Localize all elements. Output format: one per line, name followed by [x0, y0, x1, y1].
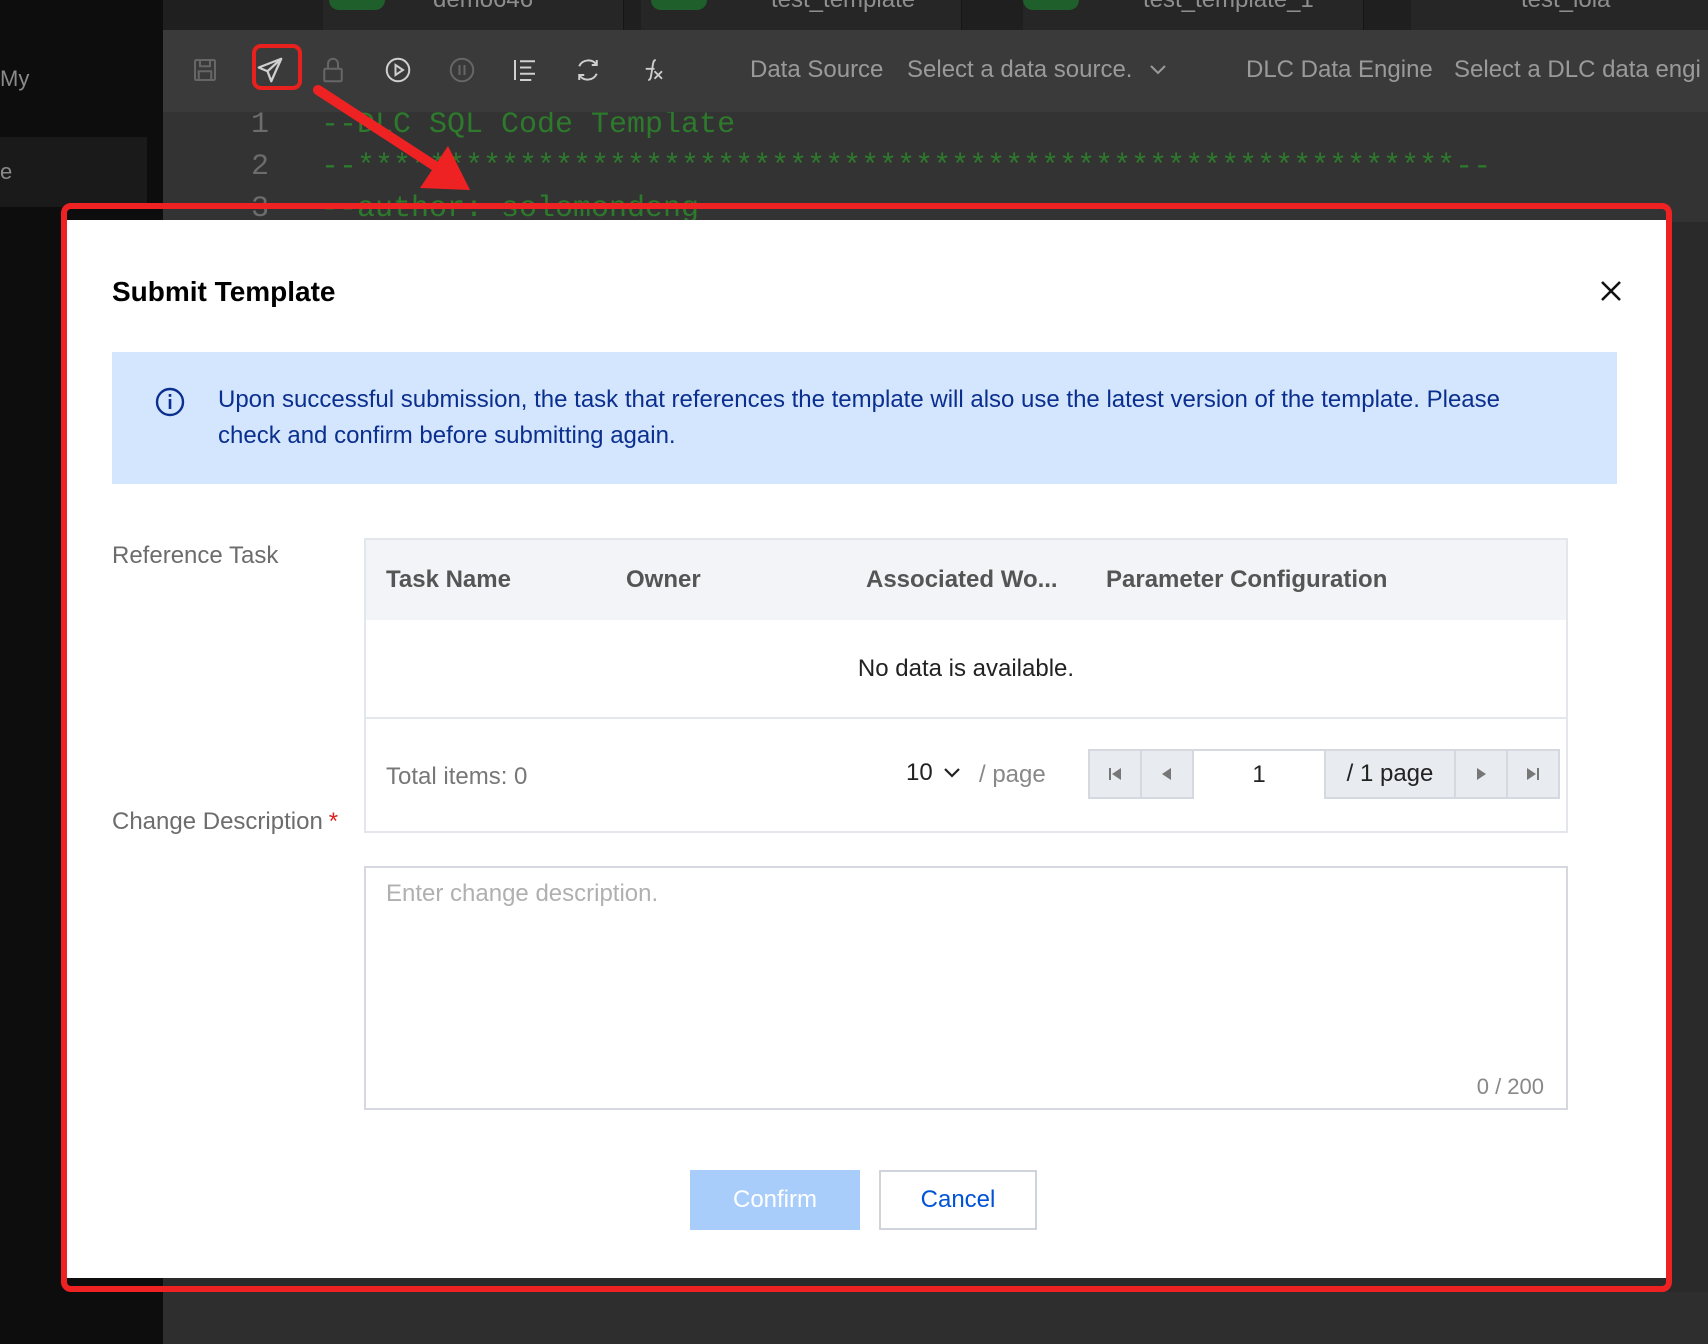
- prev-page-button[interactable]: [1142, 751, 1194, 797]
- function-icon[interactable]: [634, 52, 670, 88]
- table-header: Task Name Owner Associated Wo... Paramet…: [366, 540, 1566, 620]
- sidebar-item-label: e: [0, 159, 13, 184]
- change-description-field: 0 / 200: [364, 866, 1568, 1110]
- required-mark: *: [328, 808, 339, 835]
- info-message: Upon successful submission, the task tha…: [218, 386, 1500, 449]
- pagination: Total items: 0 10 / page / 1 page: [366, 717, 1566, 831]
- info-banner: Upon successful submission, the task tha…: [112, 352, 1617, 484]
- first-page-icon: [1109, 768, 1121, 780]
- empty-state-text: No data is available.: [857, 655, 1075, 682]
- prev-page-icon: [1162, 768, 1171, 780]
- change-description-label-text: Change Description: [112, 808, 323, 835]
- sidebar-active-item[interactable]: e: [0, 137, 147, 207]
- change-description-input[interactable]: [366, 868, 1566, 1108]
- format-icon[interactable]: [507, 52, 543, 88]
- background-area: [163, 1292, 1708, 1344]
- tab-label: test_lola: [1521, 0, 1610, 14]
- dialog-title: Submit Template: [112, 276, 336, 307]
- reference-task-label: Reference Task: [112, 542, 279, 569]
- next-page-button[interactable]: [1456, 751, 1508, 797]
- sidebar-item-my[interactable]: My: [0, 66, 29, 92]
- cancel-button[interactable]: Cancel: [879, 1170, 1037, 1230]
- tab-demo646[interactable]: demo646: [323, 0, 624, 30]
- table-empty-row: No data is available.: [366, 620, 1566, 719]
- chevron-down-icon: [943, 767, 961, 779]
- code-line: --DLC SQL Code Template: [321, 112, 736, 142]
- next-page-icon: [1477, 768, 1486, 780]
- dlc-engine-label: DLC Data Engine: [1246, 56, 1433, 83]
- tab-label: test_template_1: [1143, 0, 1314, 14]
- pause-icon[interactable]: [444, 52, 480, 88]
- page-number-input[interactable]: [1194, 751, 1326, 799]
- page-size-value: 10: [906, 759, 933, 786]
- info-icon: [154, 386, 186, 423]
- page-size-select[interactable]: 10: [906, 759, 961, 787]
- refresh-icon[interactable]: [570, 52, 606, 88]
- tab-test-template-1[interactable]: test_template_1: [1023, 0, 1364, 30]
- send-button-highlight: [252, 44, 302, 90]
- save-icon[interactable]: [187, 52, 223, 88]
- column-header-parameter-configuration: Parameter Configuration: [1106, 566, 1388, 593]
- last-page-button[interactable]: [1508, 751, 1558, 797]
- first-page-button[interactable]: [1090, 751, 1142, 797]
- tab-label: demo646: [433, 0, 533, 14]
- change-description-label: Change Description *: [112, 808, 338, 836]
- column-header-task-name: Task Name: [386, 566, 511, 593]
- total-items: Total items: 0: [386, 763, 528, 790]
- lock-icon[interactable]: [315, 52, 351, 88]
- code-line: --**************************************…: [321, 150, 1492, 184]
- editor-toolbar: Data Source Select a data source. DLC Da…: [163, 30, 1708, 112]
- editor-tab-bar: demo646 test_template test_template_1 te…: [163, 0, 1708, 30]
- character-counter: 0 / 200: [1476, 1074, 1544, 1099]
- column-header-associated-workflow: Associated Wo...: [866, 566, 1058, 593]
- tab-status-pill: [329, 0, 385, 10]
- dlc-engine-select[interactable]: Select a DLC data engi: [1454, 56, 1701, 84]
- data-source-placeholder: Select a data source.: [907, 56, 1133, 83]
- last-page-icon: [1527, 768, 1539, 780]
- data-source-label: Data Source: [750, 56, 884, 83]
- page-controls: / 1 page: [1088, 749, 1560, 799]
- line-number: 1: [251, 112, 270, 142]
- tab-status-pill: [1023, 0, 1079, 10]
- tab-label: test_template: [771, 0, 915, 14]
- total-pages: / 1 page: [1326, 751, 1456, 797]
- tab-test-template[interactable]: test_template: [641, 0, 962, 30]
- submit-template-dialog: Submit Template Upon successful submissi…: [67, 220, 1666, 1278]
- data-source-select[interactable]: Select a data source.: [907, 56, 1167, 84]
- page-size-unit: / page: [979, 761, 1046, 788]
- chevron-down-icon: [1149, 56, 1167, 84]
- run-icon[interactable]: [380, 52, 416, 88]
- tab-status-pill: [651, 0, 707, 10]
- line-number: 2: [251, 150, 270, 184]
- tab-test-lola[interactable]: test_lola: [1411, 0, 1708, 30]
- confirm-button[interactable]: Confirm: [690, 1170, 860, 1230]
- column-header-owner: Owner: [626, 566, 701, 593]
- reference-task-table: Task Name Owner Associated Wo... Paramet…: [364, 538, 1568, 833]
- close-icon[interactable]: [1594, 274, 1628, 308]
